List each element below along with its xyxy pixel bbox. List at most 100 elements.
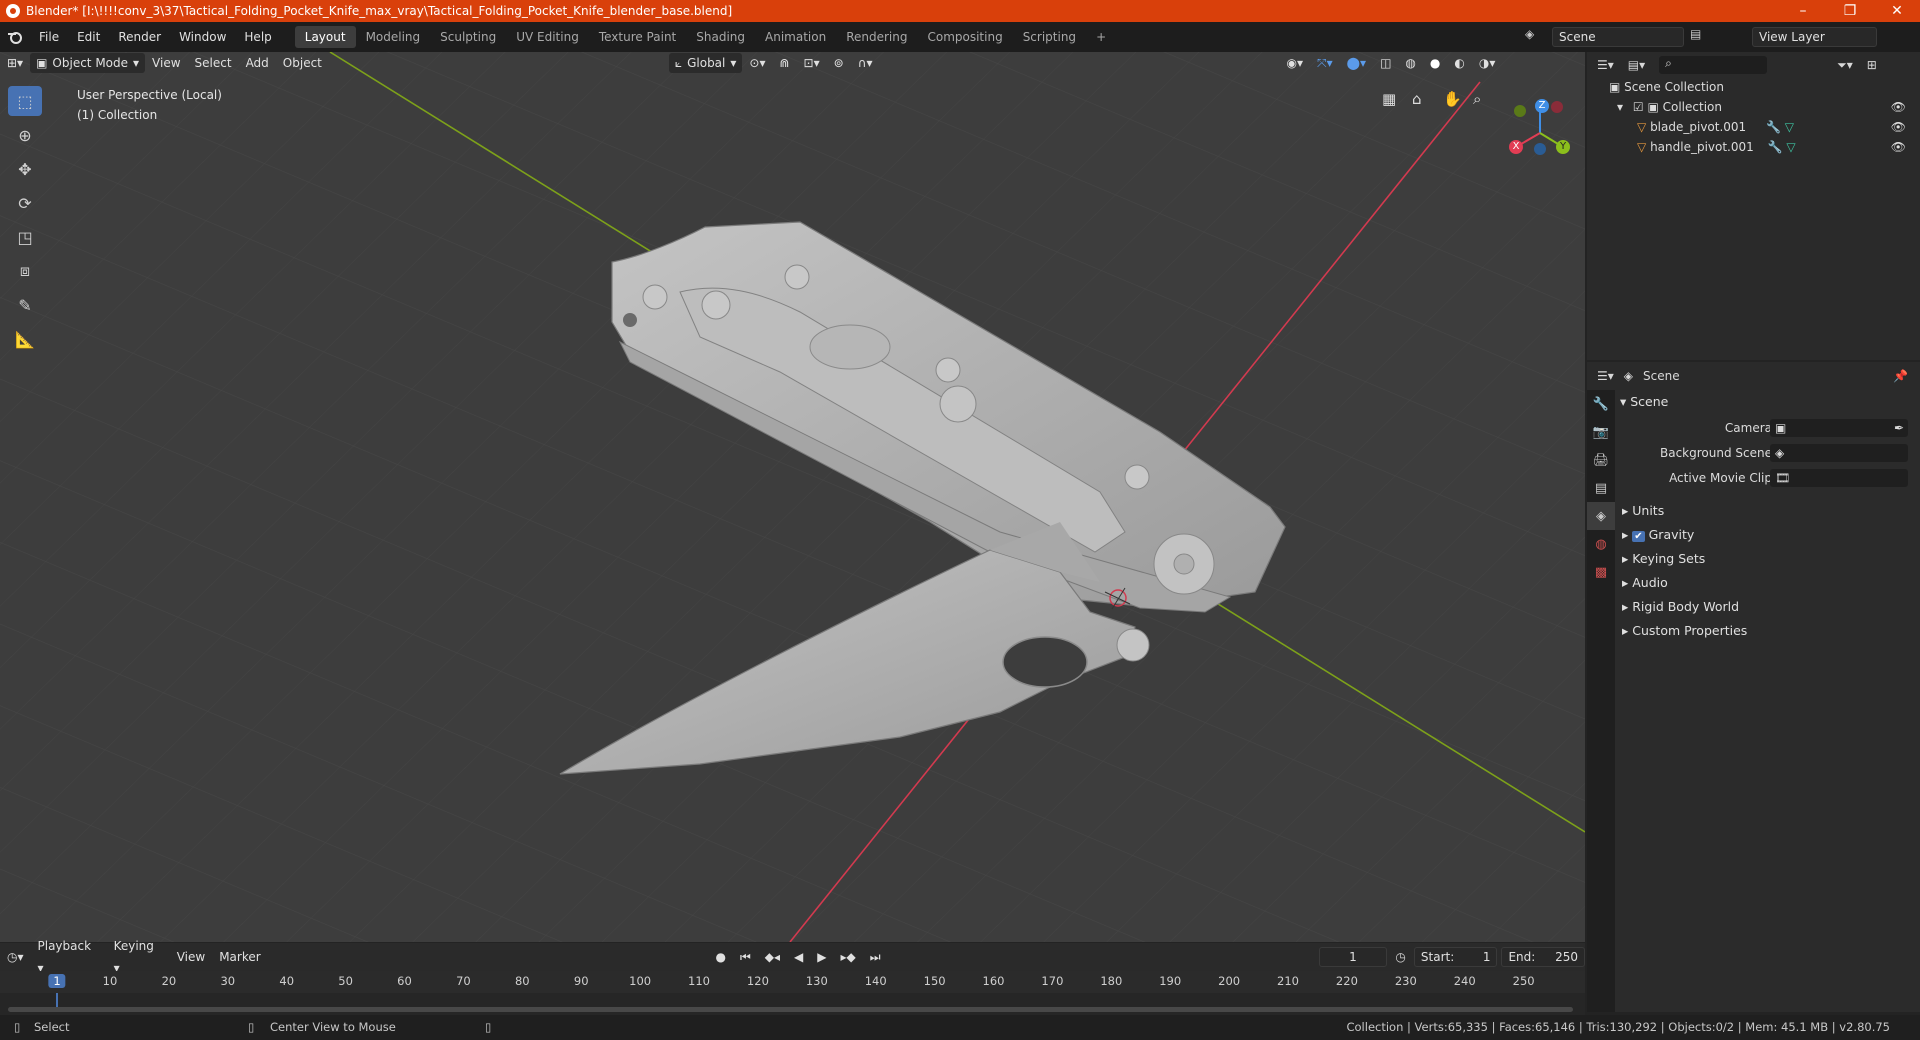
camera-view-icon[interactable]: ⌂ xyxy=(1412,90,1422,108)
end-frame-field[interactable]: End: 250 xyxy=(1501,947,1585,967)
active-movie-clip-field[interactable]: 🎞 xyxy=(1770,469,1908,487)
scale-tool-icon[interactable]: ◳ xyxy=(8,222,42,252)
modifier-wrench-icon[interactable]: 🔧 xyxy=(1766,120,1781,134)
overlay-toggle-icon[interactable]: ⬤▾ xyxy=(1340,52,1373,74)
select-box-tool-icon[interactable]: ⬚ xyxy=(8,86,42,116)
pivot-point-icon[interactable]: ⊙▾ xyxy=(742,52,772,74)
scene-tab-icon[interactable]: ◈ xyxy=(1587,502,1615,530)
scene-panel-header[interactable]: ▾ Scene xyxy=(1620,390,1668,414)
pin-icon[interactable]: 📌 xyxy=(1893,369,1908,383)
mode-selector[interactable]: ▣ Object Mode ▾ xyxy=(30,53,146,73)
editor-type-icon[interactable]: ☰▾ xyxy=(1597,369,1614,383)
new-collection-icon[interactable]: ⊞ xyxy=(1867,58,1877,72)
checkbox-icon[interactable]: ☑ xyxy=(1633,100,1644,114)
audio-section[interactable]: ▸ Audio xyxy=(1622,571,1668,595)
next-keyframe-icon[interactable]: ▸◆ xyxy=(834,946,863,968)
solid-shading-icon[interactable]: ● xyxy=(1423,52,1447,74)
custom-properties-section[interactable]: ▸ Custom Properties xyxy=(1622,619,1747,643)
preview-range-icon[interactable]: ◷ xyxy=(1395,950,1405,964)
jump-end-icon[interactable]: ⏭ xyxy=(863,946,888,968)
frame-ruler[interactable]: 1 10 20 30 40 50 60 70 80 90 100 110 120 130 140 150 160… xyxy=(0,971,1585,993)
gizmo-y-label[interactable]: Y xyxy=(1556,140,1570,154)
eyedropper-icon[interactable]: ✒ xyxy=(1894,419,1904,437)
filter-icon[interactable]: ⏷▾ xyxy=(1837,58,1853,73)
mesh-data-icon[interactable]: ▽ xyxy=(1785,120,1794,134)
outliner-search-input[interactable]: ⌕ xyxy=(1659,56,1768,74)
transform-orientation-selector[interactable]: ⟀ Global ▾ xyxy=(668,53,743,73)
editor-type-icon[interactable]: ⊞▾ xyxy=(0,52,30,74)
wireframe-shading-icon[interactable]: ◍ xyxy=(1398,52,1422,74)
play-icon[interactable]: ▶ xyxy=(810,946,833,968)
gravity-section[interactable]: ▸ ✔ Gravity xyxy=(1622,523,1694,549)
modifier-wrench-icon[interactable]: 🔧 xyxy=(1768,140,1783,154)
units-section[interactable]: ▸ Units xyxy=(1622,499,1664,523)
scene-selector[interactable]: Scene xyxy=(1552,27,1684,47)
expand-arrow-icon[interactable]: ▾ xyxy=(1617,100,1623,114)
outliner-collection[interactable]: ▾ ☑ ▣ Collection 👁 xyxy=(1587,97,1920,117)
editor-type-icon[interactable]: ☰▾ xyxy=(1597,58,1614,72)
measure-tool-icon[interactable]: 📐 xyxy=(8,324,42,354)
gizmo-x-label[interactable]: X xyxy=(1509,140,1523,154)
minimize-button[interactable]: – xyxy=(1780,0,1826,22)
rigid-body-world-section[interactable]: ▸ Rigid Body World xyxy=(1622,595,1739,619)
3d-viewport[interactable]: Z X Y ▦ ⌂ ✋ ⌕ xyxy=(0,52,1585,942)
tab-compositing[interactable]: Compositing xyxy=(917,26,1012,48)
texture-tab-icon[interactable]: ▩ xyxy=(1587,558,1615,586)
zoom-icon[interactable]: ⌕ xyxy=(1473,90,1481,108)
tab-modeling[interactable]: Modeling xyxy=(356,26,431,48)
toggle-ortho-icon[interactable]: ▦ xyxy=(1382,90,1396,108)
tool-tab-icon[interactable]: 🔧 xyxy=(1587,390,1615,418)
outliner-object-row[interactable]: ▽ handle_pivot.001 🔧 ▽ 👁 xyxy=(1587,137,1920,157)
menu-help[interactable]: Help xyxy=(235,22,280,52)
prev-keyframe-icon[interactable]: ◆◂ xyxy=(758,946,787,968)
outliner-scene-collection[interactable]: ▣ Scene Collection xyxy=(1587,77,1920,97)
display-mode-icon[interactable]: ▤▾ xyxy=(1628,58,1645,72)
tab-layout[interactable]: Layout xyxy=(294,26,356,48)
close-button[interactable]: ✕ xyxy=(1874,0,1920,22)
menu-render[interactable]: Render xyxy=(109,22,170,52)
output-tab-icon[interactable]: 🖨 xyxy=(1587,446,1615,474)
proportional-edit-icon[interactable]: ⊚ xyxy=(827,52,851,74)
menu-add[interactable]: Add xyxy=(239,52,276,74)
eye-icon[interactable]: 👁 xyxy=(1891,97,1906,117)
maximize-button[interactable]: ❐ xyxy=(1827,0,1873,22)
tab-uv-editing[interactable]: UV Editing xyxy=(506,26,589,48)
menu-view[interactable]: View xyxy=(145,52,187,74)
menu-select[interactable]: Select xyxy=(188,52,239,74)
falloff-icon[interactable]: ∩▾ xyxy=(851,52,880,74)
play-reverse-icon[interactable]: ◀ xyxy=(787,946,810,968)
gravity-checkbox[interactable]: ✔ xyxy=(1632,531,1645,542)
annotate-tool-icon[interactable]: ✎ xyxy=(8,290,42,320)
background-scene-field[interactable]: ◈ xyxy=(1770,444,1908,462)
menu-timeline-view[interactable]: View xyxy=(170,946,212,968)
clock-editor-icon[interactable]: ◷▾ xyxy=(0,946,31,968)
rendered-shading-icon[interactable]: ◑▾ xyxy=(1472,52,1503,74)
mesh-data-icon[interactable]: ▽ xyxy=(1786,140,1795,154)
tab-rendering[interactable]: Rendering xyxy=(836,26,917,48)
outliner-object-row[interactable]: ▽ blade_pivot.001 🔧 ▽ 👁 xyxy=(1587,117,1920,137)
blender-menu-icon[interactable] xyxy=(0,29,30,45)
tab-scripting[interactable]: Scripting xyxy=(1013,26,1086,48)
transform-tool-icon[interactable]: ⧈ xyxy=(8,256,42,286)
jump-start-icon[interactable]: ⏮ xyxy=(733,946,758,968)
render-tab-icon[interactable]: 📷 xyxy=(1587,418,1615,446)
record-icon[interactable]: ● xyxy=(708,946,732,968)
tab-texture-paint[interactable]: Texture Paint xyxy=(589,26,686,48)
xray-icon[interactable]: ◫ xyxy=(1373,52,1398,74)
gizmo-z-label[interactable]: Z xyxy=(1535,99,1549,113)
camera-field[interactable]: ▣ ✒ xyxy=(1770,419,1908,437)
menu-edit[interactable]: Edit xyxy=(68,22,109,52)
tab-shading[interactable]: Shading xyxy=(686,26,755,48)
add-workspace-button[interactable]: + xyxy=(1086,26,1116,48)
gizmo-toggle-icon[interactable]: ⤧▾ xyxy=(1310,52,1340,74)
rotate-tool-icon[interactable]: ⟳ xyxy=(8,188,42,218)
pan-hand-icon[interactable]: ✋ xyxy=(1443,90,1462,108)
eye-icon[interactable]: 👁 xyxy=(1891,137,1906,157)
cursor-tool-icon[interactable]: ⊕ xyxy=(8,120,42,150)
eye-icon[interactable]: 👁 xyxy=(1891,117,1906,137)
move-tool-icon[interactable]: ✥ xyxy=(8,154,42,184)
world-tab-icon[interactable]: ◍ xyxy=(1587,530,1615,558)
material-shading-icon[interactable]: ◐ xyxy=(1447,52,1471,74)
tab-sculpting[interactable]: Sculpting xyxy=(430,26,506,48)
keying-sets-section[interactable]: ▸ Keying Sets xyxy=(1622,547,1705,571)
